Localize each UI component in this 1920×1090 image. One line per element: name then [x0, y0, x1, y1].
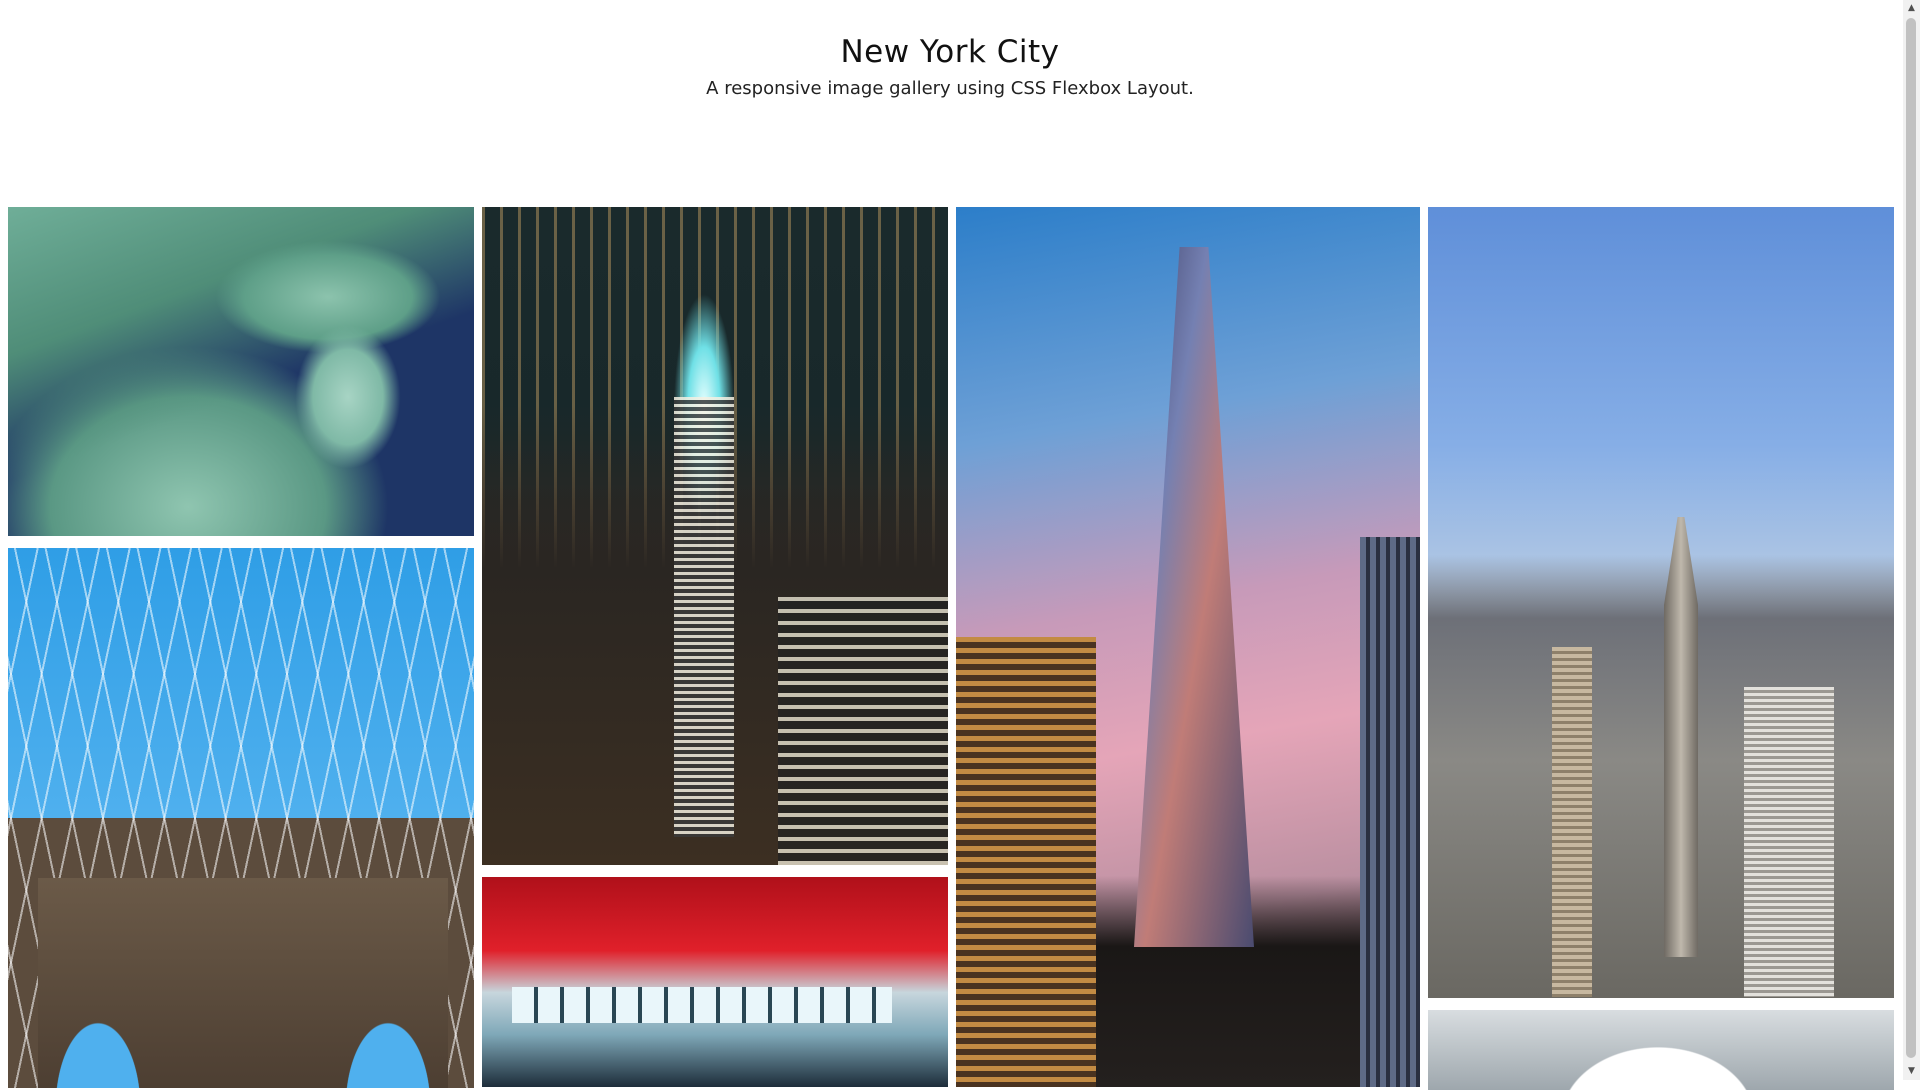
- scroll-thumb[interactable]: [1906, 18, 1916, 1058]
- scroll-down-icon[interactable]: ▼: [1903, 1063, 1920, 1080]
- scroll-up-icon[interactable]: ▲: [1903, 0, 1920, 17]
- vertical-scrollbar[interactable]: ▲ ▼: [1903, 0, 1920, 1080]
- building-graphic: [778, 597, 948, 865]
- building-graphic: [956, 637, 1096, 1087]
- tower-graphic: [674, 397, 734, 837]
- photo-statue-of-liberty[interactable]: [8, 207, 474, 536]
- photo-one-world-trade-center[interactable]: [956, 207, 1420, 1087]
- image-gallery: [0, 0, 1900, 1090]
- tower-graphic: [1664, 517, 1698, 957]
- building-graphic: [1552, 647, 1592, 997]
- building-graphic: [1360, 537, 1420, 1087]
- tower-graphic: [1134, 247, 1254, 947]
- building-graphic: [1744, 687, 1834, 997]
- photo-brooklyn-bridge[interactable]: [8, 548, 474, 1088]
- photo-manhattan-skyline[interactable]: [1428, 207, 1894, 998]
- storefront-graphic: [512, 987, 892, 1023]
- photo-empire-state-night[interactable]: [482, 207, 948, 865]
- photo-times-square[interactable]: [482, 877, 948, 1087]
- bridge-tower-graphic: [38, 878, 448, 1088]
- photo-washington-square-arch[interactable]: [1428, 1010, 1894, 1090]
